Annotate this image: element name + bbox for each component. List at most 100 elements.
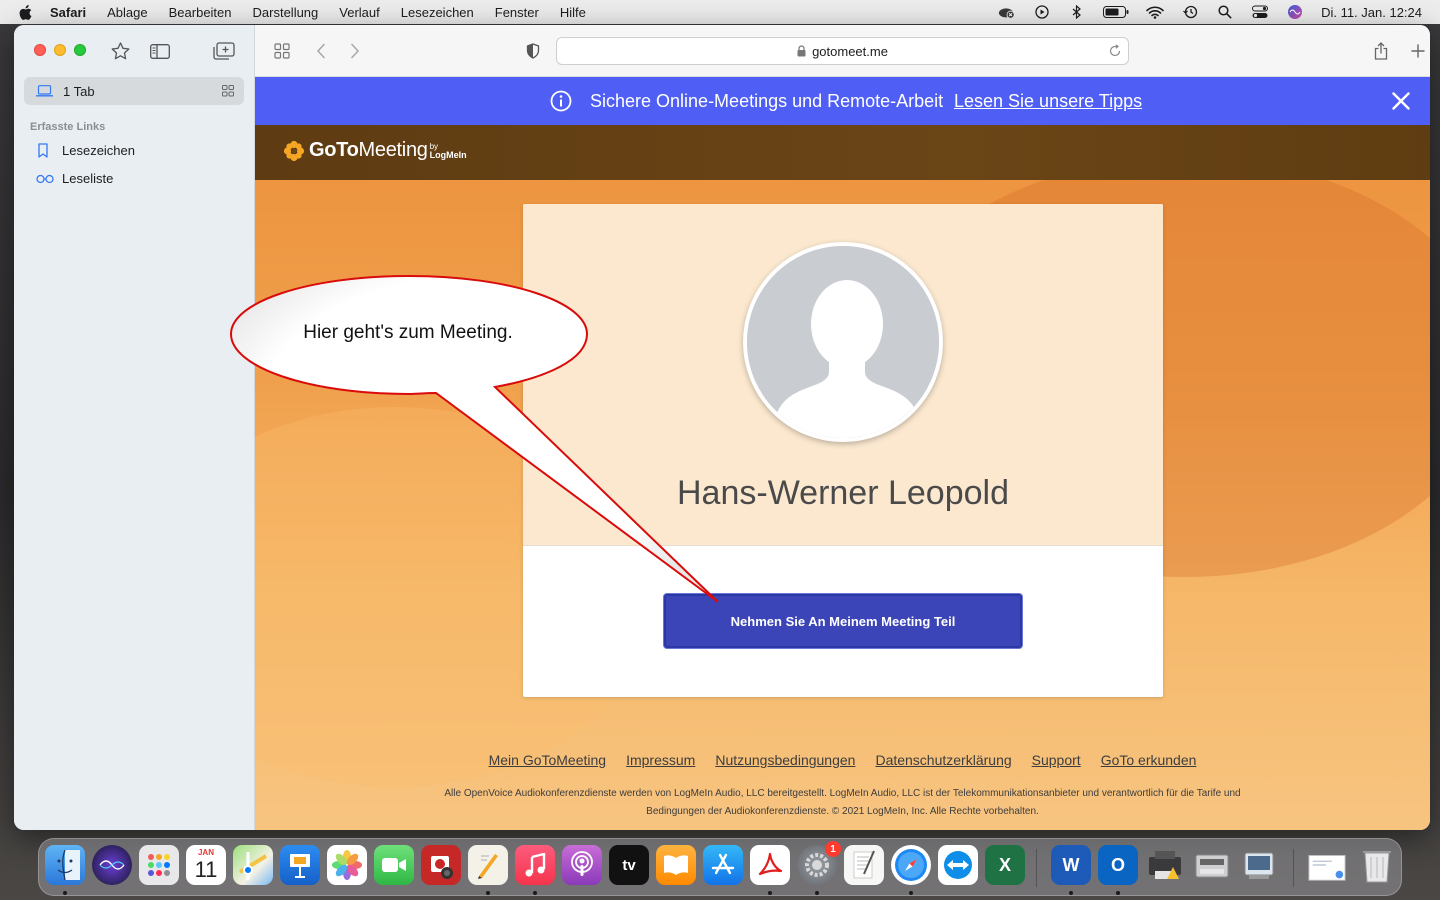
apple-menu-icon[interactable] <box>14 4 36 20</box>
launchpad-icon[interactable] <box>139 845 179 885</box>
running-indicator <box>768 891 772 895</box>
creative-cloud-icon[interactable] <box>998 5 1016 19</box>
outlook-letter: O <box>1110 854 1125 875</box>
organizer-card: Hans-Werner Leopold Nehmen Sie An Meinem… <box>523 204 1163 697</box>
acrobat-icon[interactable] <box>750 845 790 885</box>
sidebar-toggle-icon[interactable] <box>150 41 170 61</box>
tab-overview-icon[interactable] <box>272 41 292 61</box>
menu-bearbeiten[interactable]: Bearbeiten <box>169 5 232 20</box>
sidebar-item-bookmarks[interactable]: Lesezeichen <box>36 143 135 158</box>
app-store-icon[interactable] <box>703 845 743 885</box>
reload-icon[interactable] <box>1108 44 1122 61</box>
siri-icon[interactable] <box>92 845 132 885</box>
sidebar-item-reading-list[interactable]: Leseliste <box>36 171 113 186</box>
podcasts-icon[interactable] <box>562 845 602 885</box>
finder-icon[interactable] <box>45 845 85 885</box>
books-icon[interactable] <box>656 845 696 885</box>
join-meeting-button[interactable]: Nehmen Sie An Meinem Meeting Teil <box>664 594 1022 648</box>
outlook-icon[interactable]: O <box>1098 845 1138 885</box>
footer-link-goto-erkunden[interactable]: GoTo erkunden <box>1101 752 1197 768</box>
tab-overview-mini-icon[interactable] <box>222 85 234 100</box>
new-tab-group-icon[interactable] <box>212 41 236 61</box>
zoom-window-button[interactable] <box>74 44 86 56</box>
window-controls <box>34 44 86 56</box>
close-icon[interactable] <box>1392 92 1410 115</box>
footer-links: Mein GoToMeeting Impressum Nutzungsbedin… <box>255 752 1430 768</box>
star-favorites-icon[interactable] <box>110 41 130 61</box>
gotomeeting-logo[interactable]: GoTo Meeting by LogMeIn <box>283 139 467 162</box>
play-status-icon[interactable] <box>1033 5 1051 19</box>
facetime-icon[interactable] <box>374 845 414 885</box>
bluetooth-icon[interactable] <box>1068 5 1086 19</box>
menu-hilfe[interactable]: Hilfe <box>560 5 586 20</box>
privacy-shield-icon[interactable] <box>523 41 543 61</box>
photos-icon[interactable] <box>327 845 367 885</box>
footer-legal-note: Alle OpenVoice Audiokonferenzdienste wer… <box>400 785 1285 821</box>
printer-icon[interactable] <box>1145 845 1185 885</box>
textedit-icon[interactable] <box>844 845 884 885</box>
battery-icon[interactable] <box>1103 5 1129 19</box>
footer-link-mein-gotomeeting[interactable]: Mein GoToMeeting <box>489 752 607 768</box>
menu-darstellung[interactable]: Darstellung <box>253 5 319 20</box>
spotlight-search-icon[interactable] <box>1216 5 1234 19</box>
organizer-card-header: Hans-Werner Leopold <box>523 204 1163 546</box>
safari-icon[interactable] <box>891 845 931 885</box>
control-center-icon[interactable] <box>1251 5 1269 19</box>
tab-group-row[interactable]: 1 Tab <box>24 77 244 105</box>
close-window-button[interactable] <box>34 44 46 56</box>
footer-link-support[interactable]: Support <box>1032 752 1081 768</box>
excel-letter: X <box>998 854 1011 875</box>
maps-icon[interactable] <box>233 845 273 885</box>
host-name: Hans-Werner Leopold <box>677 474 1009 512</box>
footer-link-datenschutz[interactable]: Datenschutzerklärung <box>875 752 1011 768</box>
running-indicator <box>533 891 537 895</box>
running-indicator <box>486 891 490 895</box>
system-preferences-icon[interactable]: 1 <box>797 841 841 885</box>
menu-lesezeichen[interactable]: Lesezeichen <box>401 5 474 20</box>
back-icon[interactable] <box>311 41 331 61</box>
logo-meeting-text: Meeting <box>358 139 428 161</box>
footer-link-impressum[interactable]: Impressum <box>626 752 695 768</box>
wifi-icon[interactable] <box>1146 5 1164 19</box>
menu-app-safari[interactable]: Safari <box>50 5 86 20</box>
person-silhouette-icon <box>747 246 939 438</box>
logo-by-logmein: by LogMeIn <box>430 142 467 160</box>
keynote-icon[interactable] <box>280 845 320 885</box>
menu-verlauf[interactable]: Verlauf <box>339 5 379 20</box>
banner-text: Sichere Online-Meetings und Remote-Arbei… <box>590 91 944 111</box>
photo-booth-icon[interactable] <box>421 845 461 885</box>
music-icon[interactable] <box>515 845 555 885</box>
minimize-window-button[interactable] <box>54 44 66 56</box>
web-content: Sichere Online-Meetings und Remote-Arbei… <box>255 77 1430 830</box>
excel-icon[interactable]: X <box>985 845 1025 885</box>
siri-menu-icon[interactable] <box>1286 5 1304 19</box>
pages-icon[interactable] <box>468 845 508 885</box>
scanner-icon[interactable] <box>1192 845 1232 885</box>
teamviewer-icon[interactable] <box>938 845 978 885</box>
avatar <box>743 242 943 442</box>
apple-tv-icon[interactable]: tv <box>609 845 649 885</box>
menu-fenster[interactable]: Fenster <box>495 5 539 20</box>
footer-note-line: Alle OpenVoice Audiokonferenzdienste wer… <box>444 788 1241 799</box>
notification-badge: 1 <box>825 841 841 857</box>
preview-icon[interactable] <box>1239 845 1279 885</box>
forward-icon[interactable] <box>345 41 365 61</box>
logo-logmein-text: LogMeIn <box>429 149 467 160</box>
laptop-icon <box>36 85 53 97</box>
address-bar[interactable]: gotomeet.me <box>556 37 1129 65</box>
dock-separator <box>1036 849 1037 887</box>
word-icon[interactable]: W <box>1051 845 1091 885</box>
new-tab-icon[interactable] <box>1408 41 1428 61</box>
calendar-day: 11 <box>194 857 218 882</box>
share-icon[interactable] <box>1371 41 1391 61</box>
banner-tips-link[interactable]: Lesen Sie unsere Tipps <box>954 91 1142 112</box>
footer-link-nutzungsbedingungen[interactable]: Nutzungsbedingungen <box>715 752 855 768</box>
time-machine-icon[interactable] <box>1181 5 1199 19</box>
running-indicator <box>1069 891 1073 895</box>
calendar-icon[interactable]: JAN 11 <box>186 845 226 885</box>
downloads-stack-icon[interactable] <box>1307 845 1347 885</box>
menubar-clock[interactable]: Di. 11. Jan. 12:24 <box>1321 5 1422 20</box>
trash-icon[interactable] <box>1357 845 1397 885</box>
menu-ablage[interactable]: Ablage <box>107 5 147 20</box>
brand-header: GoTo Meeting by LogMeIn <box>255 125 1430 180</box>
